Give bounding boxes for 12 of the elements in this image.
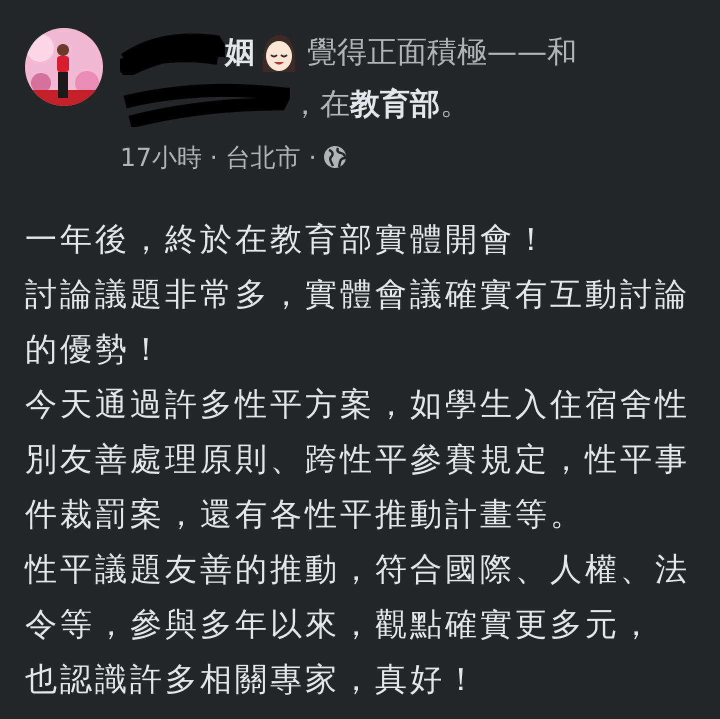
place-link[interactable]: 教育部 — [350, 84, 440, 125]
period-text: 。 — [440, 86, 470, 124]
post-paragraph: 也認識許多相關專家，真好！ — [25, 659, 481, 700]
post-meta: 17小時 · 台北市 · — [120, 142, 317, 174]
joiner-text: ，在 — [290, 86, 350, 124]
author-name[interactable]: 姻 — [225, 32, 255, 73]
post-paragraph: 性平議題友善的推動，符合國際、人權、法令等，參與多年以來，觀點確實更多元， — [25, 549, 691, 645]
status-text: 覺得正面積極——和 — [307, 34, 577, 72]
globe-icon — [322, 145, 347, 169]
post-paragraph: 討論議題非常多，實體會議確實有互動討論的優勢！ — [25, 274, 691, 370]
post-paragraph: 一年後，終於在教育部實體開會！ — [25, 219, 551, 260]
post-paragraph: 今天通過許多性平方案，如學生入住宿舍性別友善處理原則、跨性平參賽規定，性平事件裁罰案，還有各性平推動計畫等。 — [25, 384, 691, 535]
